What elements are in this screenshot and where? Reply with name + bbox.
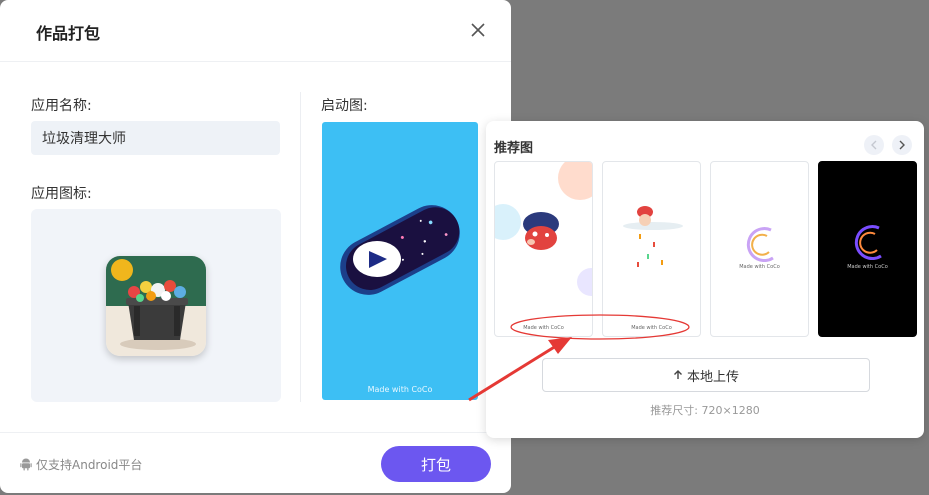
thumb-brand-text: Made with CoCo — [631, 325, 672, 331]
chevron-left-icon — [871, 140, 877, 150]
dialog-footer: 仅支持Android平台 打包 — [0, 432, 511, 493]
recommended-thumb-3[interactable]: Made with CoCo — [710, 161, 809, 337]
chevron-right-icon — [899, 140, 905, 150]
column-divider — [300, 92, 301, 402]
size-hint: 推荐尺寸: 720×1280 — [650, 404, 760, 417]
thumb-illustration — [623, 206, 683, 267]
recommended-thumb-1[interactable]: Made with CoCo — [494, 161, 593, 337]
recommended-thumb-2[interactable]: Made with CoCo — [602, 161, 701, 337]
dialog-title: 作品打包 — [36, 24, 101, 43]
splash-image[interactable]: Made with CoCo — [322, 122, 478, 400]
dialog-header: 作品打包 — [0, 0, 511, 62]
pack-button[interactable]: 打包 — [381, 446, 491, 482]
app-icon-label: 应用图标: — [31, 186, 92, 202]
upload-icon — [673, 369, 682, 379]
local-upload-label: 本地上传 — [686, 369, 739, 385]
thumb-coco-logo — [746, 227, 774, 263]
app-icon-area[interactable] — [31, 209, 281, 402]
local-upload-button[interactable]: 本地上传 — [542, 358, 870, 392]
close-icon[interactable] — [469, 21, 487, 39]
splash-illustration — [340, 205, 460, 295]
android-note: 仅支持Android平台 — [20, 456, 142, 473]
splash-label: 启动图: — [321, 98, 368, 114]
thumb-brand-text: Made with CoCo — [847, 264, 888, 270]
android-icon — [20, 458, 32, 471]
splash-brand-text: Made with CoCo — [367, 385, 433, 394]
android-note-text: 仅支持Android平台 — [36, 458, 143, 472]
app-name-input[interactable] — [31, 121, 280, 155]
popup-title: 推荐图 — [494, 141, 534, 156]
trash-bin-app-icon — [106, 256, 206, 356]
package-dialog: 作品打包 应用名称: 应用图标: — [0, 0, 511, 493]
thumb-brand-text: Made with CoCo — [523, 325, 564, 331]
thumb-brand-text: Made with CoCo — [739, 264, 780, 270]
recommended-images-popup: 推荐图 Made with CoCo Made with CoCo Made w… — [486, 121, 924, 438]
thumb-coco-logo-dark — [854, 225, 882, 261]
prev-button[interactable] — [864, 135, 884, 155]
thumb-illustration — [495, 162, 592, 296]
recommended-thumb-4[interactable]: Made with CoCo — [818, 161, 917, 337]
app-name-label: 应用名称: — [31, 98, 92, 114]
next-button[interactable] — [892, 135, 912, 155]
